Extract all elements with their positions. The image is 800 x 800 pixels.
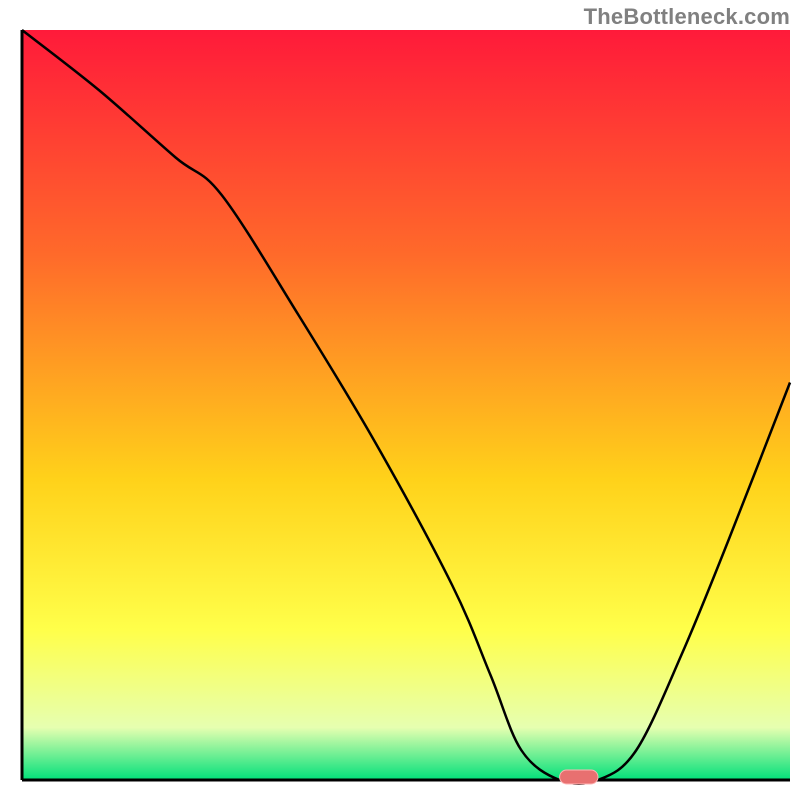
chart-frame: TheBottleneck.com	[0, 0, 800, 800]
watermark-text: TheBottleneck.com	[584, 4, 790, 30]
bottleneck-chart	[0, 0, 800, 800]
optimal-marker	[560, 770, 598, 784]
